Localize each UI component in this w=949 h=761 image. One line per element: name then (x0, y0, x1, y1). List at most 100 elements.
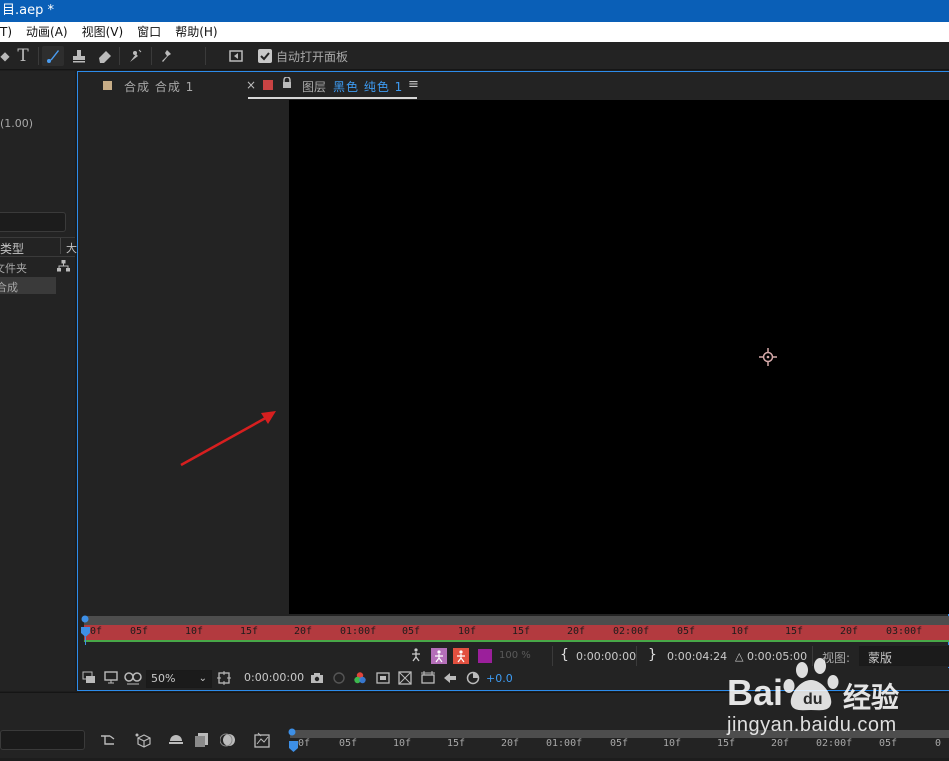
layer-duration-bar (84, 640, 949, 642)
watermark-brand: Bai (727, 672, 784, 713)
time-ruler-track[interactable] (84, 616, 949, 625)
ruler-tick: 01:00f (340, 626, 377, 637)
current-time-field[interactable]: 0:00:00:00 (240, 670, 304, 688)
exposure-value[interactable]: +0.0 (486, 672, 513, 685)
type-tool-icon[interactable]: T (12, 46, 34, 66)
monitor-icon[interactable] (104, 671, 118, 689)
reset-exposure-icon[interactable] (466, 671, 480, 689)
tools-toolbar: ◆ T 自动打开面板 (0, 42, 949, 70)
ruler-tick: 10f (731, 626, 750, 637)
timeline-tick: 10f (663, 738, 682, 749)
column-divider (60, 238, 61, 254)
anchor-point-icon[interactable] (759, 348, 777, 369)
auto-open-label: 自动打开面板 (276, 50, 349, 64)
toolbar-divider (151, 47, 152, 65)
out-point-time[interactable]: 0:00:04:24 (667, 650, 727, 663)
timeline-tick: 10f (393, 738, 412, 749)
menu-item-help[interactable]: 帮助(H) (175, 22, 217, 42)
toolbar-divider (119, 47, 120, 65)
ruler-tick: 20f (567, 626, 586, 637)
project-row-comp[interactable]: 合成 (0, 279, 18, 295)
composition-flowchart-icon[interactable] (100, 733, 118, 751)
lock-icon[interactable] (282, 76, 292, 92)
motion-blur-icon[interactable] (219, 732, 236, 752)
region-of-interest-icon[interactable] (217, 671, 231, 689)
viewer-tab-bar: 合成 合成 1 × 图层 黑色 纯色 1 ≡ (78, 72, 949, 100)
frame-blending-icon[interactable] (194, 732, 210, 752)
puppet-pin-tool-icon[interactable] (156, 46, 178, 66)
ruler-tick: 05f (130, 626, 149, 637)
tab-layer-prefix[interactable]: 图层 (302, 78, 326, 95)
hide-shy-layers-icon[interactable] (168, 733, 184, 751)
show-snapshot-icon[interactable] (332, 671, 346, 689)
layer-time-ruler[interactable]: 0f 05f 10f 15f 20f 01:00f 05f 10f 15f 20… (84, 625, 949, 640)
set-out-point-icon[interactable]: } (648, 647, 657, 663)
timeline-tick: 20f (501, 738, 520, 749)
project-item-info: (1.00) (0, 117, 34, 130)
watermark-brand-tail: 经验 (843, 681, 900, 714)
set-in-point-icon[interactable]: { (560, 647, 569, 663)
zoom-value: 50% (151, 672, 176, 685)
next-column-header[interactable]: 大 (66, 240, 77, 256)
type-column-header[interactable]: 类型 (0, 240, 24, 257)
color-swatch[interactable] (478, 649, 492, 663)
draft-3d-icon[interactable] (134, 732, 152, 752)
eraser-tool-icon[interactable] (94, 46, 116, 66)
project-search-input[interactable] (0, 212, 66, 232)
timeline-tick: 15f (447, 738, 466, 749)
ruler-tick: 15f (785, 626, 804, 637)
chevron-down-icon: ⌄ (198, 673, 207, 684)
flowchart-icon[interactable] (57, 260, 70, 275)
timeline-search-input[interactable] (0, 730, 85, 750)
stick-figure-icon[interactable] (410, 648, 422, 666)
3d-view-icon[interactable] (420, 671, 436, 689)
menu-item-text[interactable]: T) (0, 22, 12, 42)
in-point-time[interactable]: 0:00:00:00 (576, 650, 636, 663)
ruler-tick: 20f (294, 626, 313, 637)
comp-label-color-icon (103, 81, 112, 90)
onion-skin-icon[interactable] (431, 648, 447, 664)
auto-open-checkbox[interactable] (258, 49, 272, 63)
workspace-icon[interactable] (225, 46, 247, 66)
mask-visibility-icon[interactable] (124, 671, 142, 689)
tab-composition[interactable]: 合成 合成 1 (124, 78, 194, 95)
layer-canvas[interactable] (289, 100, 949, 614)
tab-layer-name[interactable]: 黑色 纯色 1 (333, 78, 403, 95)
menu-item-animation[interactable]: 动画(A) (26, 22, 68, 42)
always-preview-icon[interactable] (82, 671, 96, 689)
ruler-tick: 10f (458, 626, 477, 637)
zoom-select[interactable]: 50% ⌄ (146, 670, 212, 688)
toolbar-divider (38, 47, 39, 65)
svg-text:du: du (803, 691, 823, 708)
ruler-tick: 10f (185, 626, 204, 637)
resolution-icon[interactable] (376, 671, 390, 689)
ruler-tick: 15f (512, 626, 531, 637)
fast-preview-icon[interactable] (442, 671, 458, 689)
ruler-tick: 03:00f (886, 626, 923, 637)
close-tab-icon[interactable]: × (246, 78, 256, 92)
graph-editor-icon[interactable] (254, 732, 270, 752)
annotation-arrow-icon (180, 411, 276, 467)
menu-item-view[interactable]: 视图(V) (82, 22, 124, 42)
motion-trail-icon[interactable] (453, 648, 469, 664)
timeline-tick: 01:00f (546, 738, 583, 749)
toolbar-divider (205, 47, 206, 65)
active-tab-underline (248, 97, 417, 99)
window-title: 目.aep * (0, 0, 949, 22)
ruler-tick: 05f (402, 626, 421, 637)
brush-tool-icon[interactable] (42, 46, 64, 66)
transparency-grid-icon[interactable] (398, 671, 412, 689)
project-row-folder[interactable]: 文件夹 (0, 260, 27, 276)
ruler-tick: 15f (240, 626, 259, 637)
playhead-icon[interactable] (81, 615, 91, 648)
watermark-url: jingyan.baidu.com (727, 714, 897, 736)
opacity-value[interactable]: 100 % (499, 650, 531, 661)
clone-stamp-tool-icon[interactable] (68, 46, 90, 66)
timeline-tick: 0f (298, 738, 311, 749)
roto-brush-tool-icon[interactable] (124, 46, 146, 66)
menu-item-window[interactable]: 窗口 (137, 22, 161, 42)
timeline-tick: 05f (339, 738, 358, 749)
panel-menu-icon[interactable]: ≡ (408, 77, 419, 92)
snapshot-camera-icon[interactable] (310, 671, 324, 689)
color-channels-icon[interactable] (353, 671, 367, 689)
